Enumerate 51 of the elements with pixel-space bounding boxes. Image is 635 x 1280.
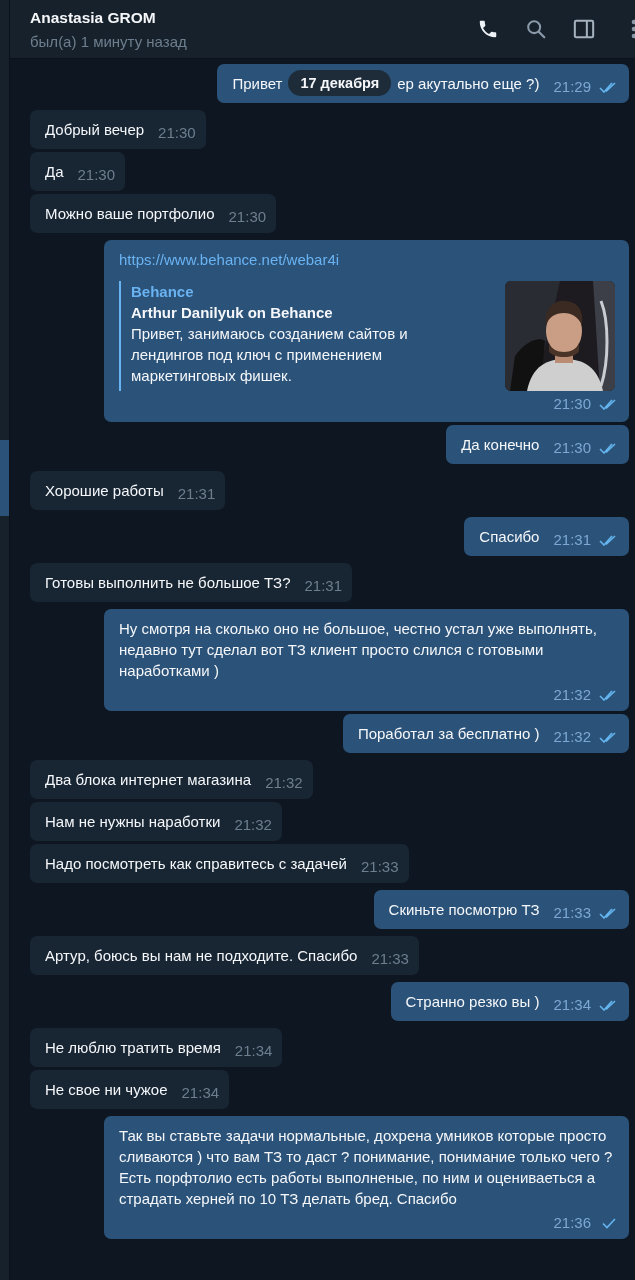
message-time: 21:34 xyxy=(553,995,591,1015)
message-text: Хорошие работы xyxy=(45,481,164,501)
message-time: 21:36 xyxy=(553,1213,591,1233)
message-text: Ну смотря на сколько оно не большое, честно устал уже выполнять, недавно тут сделал вот ТЗ клиент просто слился с готовыми наработками ) xyxy=(119,619,598,681)
site-name: Behance xyxy=(131,282,195,302)
message-time: 21:30 xyxy=(553,394,591,414)
phone-icon[interactable] xyxy=(477,18,499,40)
message-text: Готовы выполнить не большое ТЗ? xyxy=(45,573,291,593)
message-time: 21:30 xyxy=(228,207,267,227)
message-text: Не свое ни чужое xyxy=(45,1080,168,1100)
message-time: 21:29 xyxy=(553,77,591,97)
message-time: 21:32 xyxy=(265,773,303,793)
message-time: 21:32 xyxy=(234,815,272,835)
message-text: Привет xyxy=(232,74,283,94)
message-time: 21:32 xyxy=(553,727,591,747)
link-preview[interactable]: Behance Arthur Danilyuk on Behance Привет, занимаюсь созданием сайтов и лендингов под ключ с применением маркетинговых фишек. xyxy=(119,281,615,391)
message-text: Так вы ставьте задачи нормальные, дохрена умников которые просто сливаются ) что вам ТЗ то даст ? понимание, понимание только чего ? Есть порфтолио есть работы выполненые, по ним и оцениваеться а страдать херней по 10 ТЗ делать бред. Спасибо xyxy=(119,1126,614,1209)
preview-description: Привет, занимаюсь созданием сайтов и лендингов под ключ с применением маркетинговых фишек. xyxy=(131,324,409,386)
message-text: Добрый вечер xyxy=(45,120,145,140)
message-time: 21:34 xyxy=(234,1041,273,1061)
message-time: 21:30 xyxy=(158,123,196,143)
message-text: Надо посмотреть как справитесь с задачей xyxy=(45,854,347,874)
message-time: 21:33 xyxy=(361,857,399,877)
message-text: Можно ваше портфолио xyxy=(45,204,215,224)
message-time: 21:34 xyxy=(181,1083,220,1103)
message-time: 21:31 xyxy=(177,484,216,504)
message-text: ер акутально еще ?) xyxy=(397,74,540,94)
contact-name: Anastasia GROM xyxy=(30,8,157,27)
message-text: Поработал за бесплатно ) xyxy=(357,724,540,744)
message-time: 21:33 xyxy=(371,949,409,969)
message-time: 21:32 xyxy=(553,685,591,705)
message-text: Артур, боюсь вы нам не подходите. Спасибо xyxy=(45,946,358,966)
last-seen-status: был(а) 1 минуту назад xyxy=(30,32,187,50)
message-time: 21:30 xyxy=(77,165,116,185)
message-text: Скиньте посмотрю ТЗ xyxy=(388,900,540,920)
message-time: 21:31 xyxy=(553,530,591,550)
message-text: Странно резко вы ) xyxy=(405,992,540,1012)
date-badge: 17 декабря xyxy=(288,70,392,96)
message-text: Два блока интернет магазина xyxy=(45,770,252,790)
message-text: Да конечно xyxy=(461,435,540,455)
message-text: Не люблю тратить время xyxy=(45,1038,221,1058)
message-text: Да xyxy=(45,162,64,182)
message-time: 21:31 xyxy=(304,576,343,596)
search-icon[interactable] xyxy=(525,18,547,40)
preview-title: Arthur Danilyuk on Behance xyxy=(131,303,334,323)
link[interactable]: https://www.behance.net/webar4i xyxy=(119,249,619,270)
message-time: 21:30 xyxy=(553,438,591,458)
message-text: Нам не нужны наработки xyxy=(45,812,221,832)
message-time: 21:33 xyxy=(553,903,591,923)
message-text: Спасибо xyxy=(479,527,540,547)
sidebar-toggle-icon[interactable] xyxy=(573,18,595,40)
